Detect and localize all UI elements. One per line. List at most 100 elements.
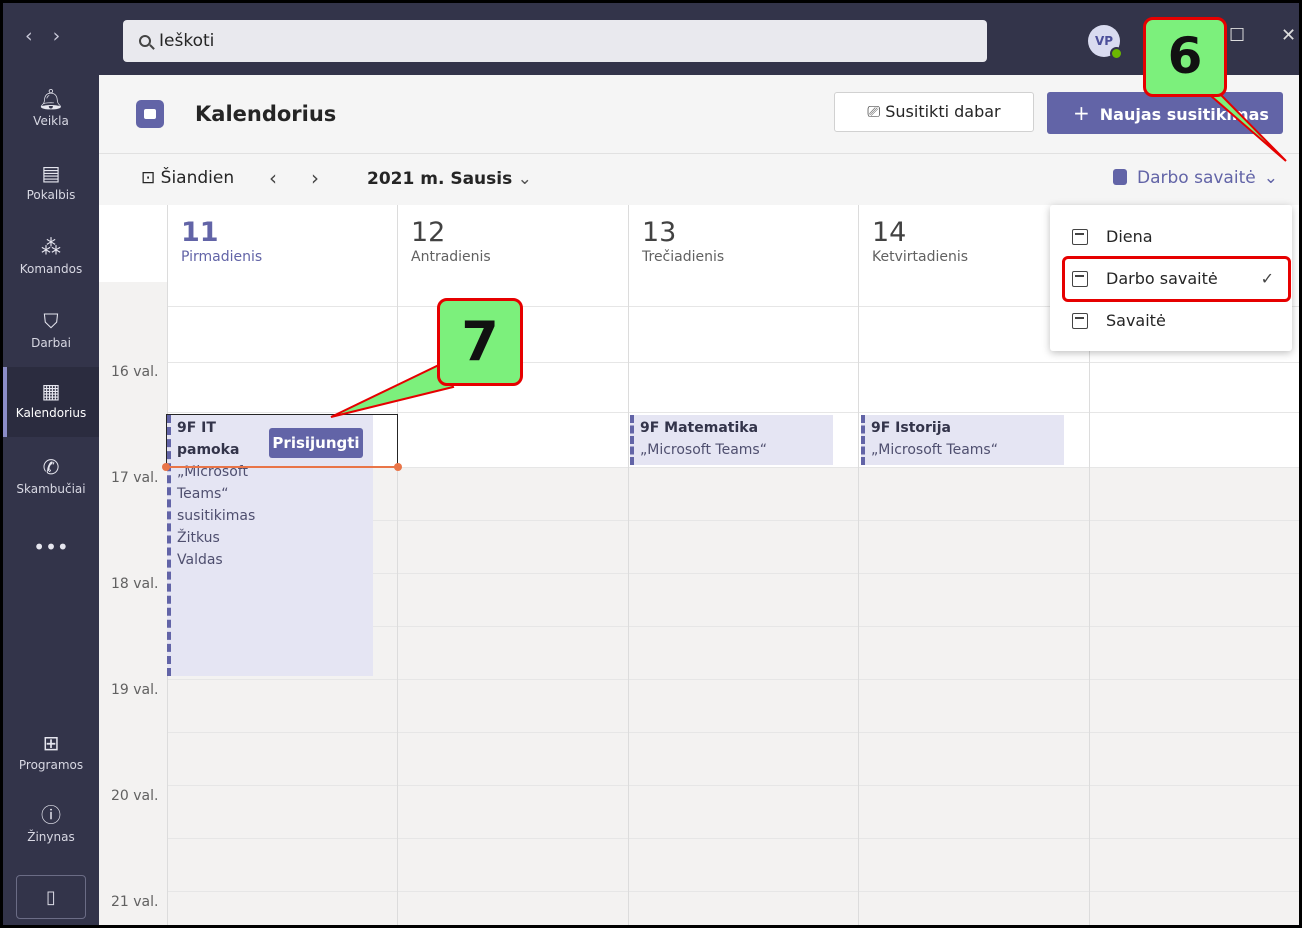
- rail-item-activity[interactable]: 🔔︎ Veikla: [3, 75, 99, 145]
- avatar[interactable]: VP: [1088, 25, 1123, 60]
- event-title: 9F Matematika: [640, 420, 759, 436]
- mobile-device-icon[interactable]: ▯: [16, 875, 86, 919]
- hour-label: 16 val.: [111, 364, 159, 380]
- day-name: Trečiadienis: [642, 249, 725, 265]
- meet-now-button[interactable]: ⎚ Susitikti dabar: [834, 92, 1034, 132]
- search-icon: [139, 35, 151, 47]
- rail-item-apps[interactable]: ⊞ Programos: [3, 719, 99, 789]
- search-input[interactable]: Ieškoti: [123, 20, 987, 62]
- event-title: 9F Istorija: [871, 420, 951, 436]
- day-icon: [1072, 229, 1088, 245]
- rail-item-chat[interactable]: ▤ Pokalbis: [3, 149, 99, 219]
- new-meeting-button[interactable]: + Naujas susitikimas: [1047, 92, 1283, 134]
- today-icon: ⊡: [141, 168, 161, 188]
- join-button[interactable]: Prisijungti: [269, 428, 363, 458]
- hour-label: 17 val.: [111, 470, 159, 486]
- chat-icon: ▤: [41, 161, 61, 185]
- hour-line: [167, 785, 1299, 786]
- more-icon: •••: [33, 535, 69, 559]
- menu-item-week[interactable]: Savaitė: [1050, 300, 1292, 342]
- phone-icon: ✆: [42, 455, 60, 479]
- month-picker[interactable]: 2021 m. Sausis ⌄: [367, 169, 532, 189]
- rail-item-calendar[interactable]: ▦ Kalendorius: [3, 367, 99, 437]
- back-arrow-icon[interactable]: ‹: [25, 25, 53, 47]
- day-name: Antradienis: [411, 249, 491, 265]
- view-switcher[interactable]: Darbo savaitė ⌄: [1113, 168, 1278, 188]
- rail-item-help[interactable]: ⓘ Žinynas: [3, 791, 99, 861]
- day-header-mon[interactable]: 11 Pirmadienis: [167, 205, 397, 282]
- day-number: 11: [181, 217, 219, 248]
- day-number: 13: [642, 217, 677, 248]
- calendar-toolbar: ⊡ Šiandien ‹› 2021 m. Sausis ⌄ Darbo sav…: [99, 153, 1299, 205]
- event-organizer: Žitkus: [177, 530, 220, 546]
- menu-item-label: Savaitė: [1106, 311, 1166, 330]
- event-subtitle: „Microsoft Teams“ susitikim: [640, 442, 767, 465]
- maximize-icon[interactable]: ☐: [1229, 25, 1245, 46]
- menu-item-day[interactable]: Diena: [1050, 216, 1292, 258]
- callout-6: 6: [1143, 17, 1227, 97]
- new-meeting-label: Naujas susitikimas: [1099, 105, 1269, 124]
- day-header-tue[interactable]: 12 Antradienis: [397, 205, 628, 282]
- search-placeholder: Ieškoti: [159, 31, 215, 51]
- event-organizer: Valdas: [177, 552, 223, 568]
- presence-available-icon: [1110, 47, 1123, 60]
- rail-label: Pokalbis: [26, 188, 76, 202]
- avatar-initials: VP: [1094, 34, 1114, 48]
- highlight-box: [1062, 256, 1291, 302]
- next-week-icon[interactable]: ›: [311, 166, 353, 190]
- half-hour-line: [167, 732, 1299, 733]
- column-divider: [397, 205, 398, 925]
- date-nav: ‹›: [269, 166, 353, 190]
- day-header-wed[interactable]: 13 Trečiadienis: [628, 205, 858, 282]
- video-camera-icon: ⎚: [867, 102, 886, 121]
- view-label: Darbo savaitė: [1137, 168, 1256, 188]
- event-math[interactable]: 9F Matematika „Microsoft Teams“ susitiki…: [630, 415, 833, 465]
- page-title: Kalendorius: [195, 102, 337, 126]
- month-label: 2021 m. Sausis: [367, 169, 513, 189]
- half-hour-line: [167, 838, 1299, 839]
- rail-label: Darbai: [31, 336, 71, 350]
- hour-label: 18 val.: [111, 576, 159, 592]
- event-history[interactable]: 9F Istorija „Microsoft Teams“ susitikim: [861, 415, 1064, 465]
- rail-label: Žinynas: [27, 830, 75, 844]
- apps-icon: ⊞: [42, 731, 60, 755]
- plus-icon: +: [1073, 101, 1090, 125]
- hour-line: [167, 362, 1299, 363]
- today-button[interactable]: ⊡ Šiandien: [141, 168, 234, 188]
- rail-item-calls[interactable]: ✆ Skambučiai: [3, 443, 99, 513]
- teams-icon: ⁂: [41, 235, 61, 259]
- chevron-down-icon: ⌄: [512, 169, 532, 189]
- today-label: Šiandien: [160, 168, 235, 188]
- hour-line: [167, 891, 1299, 892]
- rail-label: Veikla: [33, 114, 69, 128]
- week-icon: [1072, 313, 1088, 329]
- calendar-icon: ▦: [41, 379, 61, 403]
- close-icon[interactable]: ✕: [1281, 25, 1296, 46]
- calendar-app-icon: [136, 100, 164, 128]
- bell-icon: 🔔︎: [38, 87, 64, 111]
- rail-label: Programos: [18, 758, 84, 772]
- half-hour-line: [167, 412, 1299, 413]
- day-number: 12: [411, 217, 446, 248]
- current-time-indicator: [162, 463, 402, 471]
- hour-label: 19 val.: [111, 682, 159, 698]
- hour-label: 20 val.: [111, 788, 159, 804]
- backpack-icon: ⛉: [43, 309, 59, 333]
- event-line: Teams“: [177, 486, 229, 502]
- app-rail: 🔔︎ Veikla ▤ Pokalbis ⁂ Komandos ⛉ Darbai ▦ Ka…: [3, 75, 99, 925]
- help-icon: ⓘ: [41, 803, 61, 827]
- history-nav[interactable]: ‹›: [25, 25, 80, 47]
- callout-7: 7: [437, 298, 523, 386]
- hour-line: [167, 679, 1299, 680]
- rail-item-teams[interactable]: ⁂ Komandos: [3, 223, 99, 293]
- meet-now-label: Susitikti dabar: [885, 102, 1001, 121]
- calendar-header: Kalendorius ⎚ Susitikti dabar + Naujas su…: [99, 75, 1299, 153]
- title-bar: ‹› Ieškoti VP ☐ ✕: [3, 3, 1299, 75]
- day-name: Pirmadienis: [181, 249, 263, 265]
- rail-item-assignments[interactable]: ⛉ Darbai: [3, 297, 99, 367]
- teams-window: ‹› Ieškoti VP ☐ ✕ 🔔︎ Veikla ▤ Pokalbis ⁂ Ko…: [0, 0, 1302, 928]
- prev-week-icon[interactable]: ‹: [269, 166, 311, 190]
- forward-arrow-icon[interactable]: ›: [53, 25, 81, 47]
- rail-item-more[interactable]: •••: [3, 515, 99, 585]
- rail-label: Komandos: [19, 262, 83, 276]
